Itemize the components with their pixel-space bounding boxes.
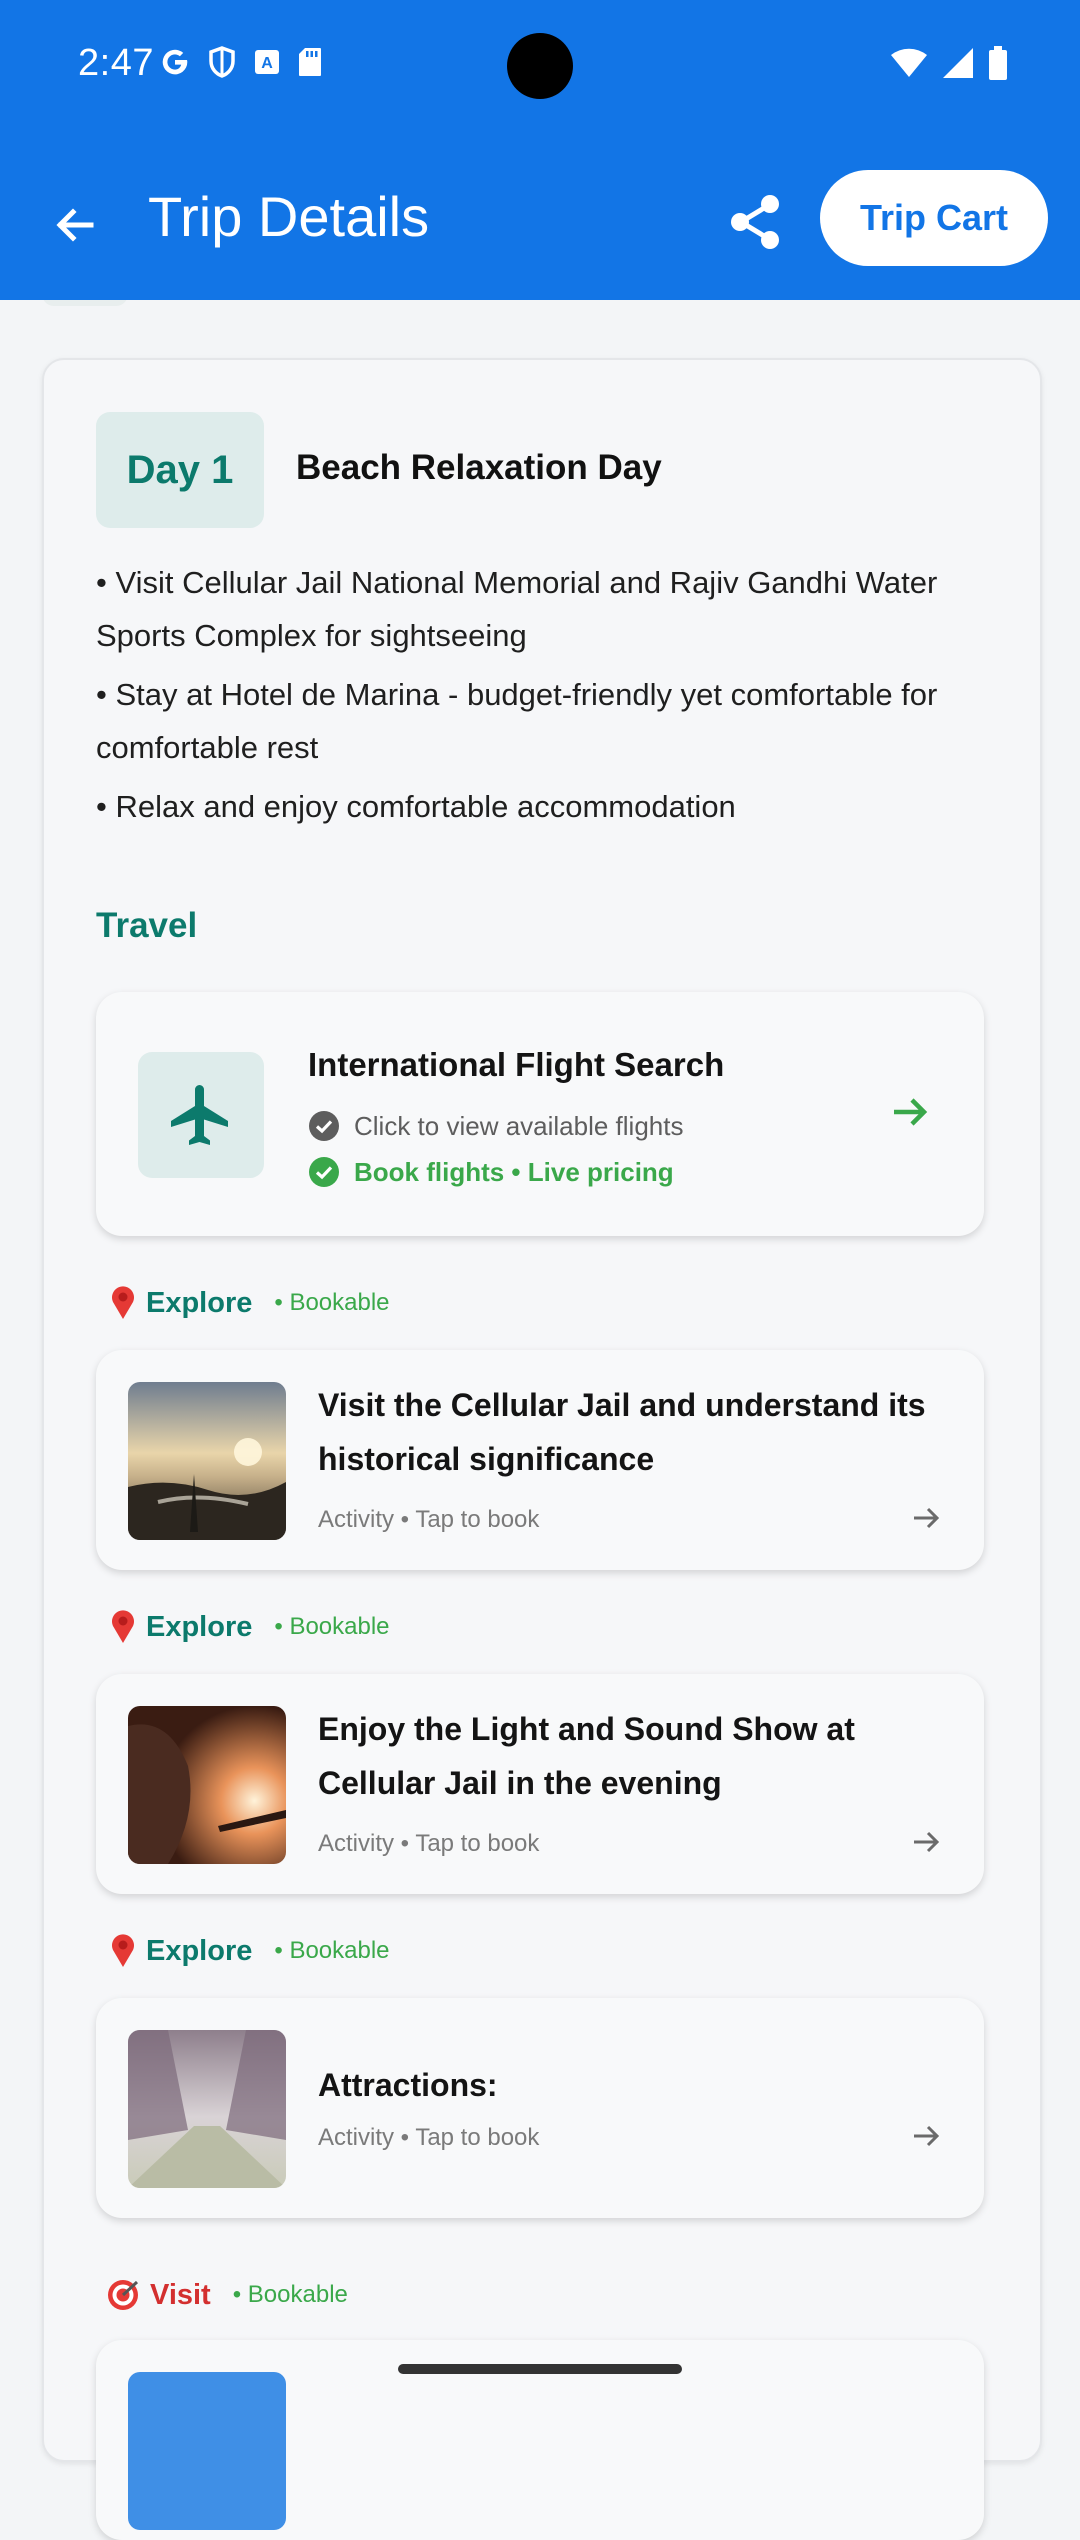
flight-icon-tile: [138, 1052, 264, 1178]
arrow-right-icon: [914, 2125, 940, 2147]
activity-title: Enjoy the Light and Sound Show at Cellul…: [318, 1711, 855, 1801]
activity-thumbnail: [128, 1706, 286, 1864]
highlight-item: • Stay at Hotel de Marina - budget-frien…: [96, 677, 938, 765]
share-button[interactable]: [720, 186, 792, 258]
flight-title: International Flight Search: [308, 1046, 725, 1083]
section-name: Explore: [146, 1286, 253, 1319]
camera-cutout: [507, 33, 573, 99]
signal-icon: [943, 48, 973, 78]
arrow-right-icon: [894, 1098, 928, 1126]
sd-card-icon: [299, 48, 321, 76]
flight-highlight: Book flights • Live pricing: [354, 1156, 674, 1187]
day-title: Beach Relaxation Day: [296, 448, 662, 487]
google-icon: [162, 49, 188, 75]
flight-open-arrow[interactable]: [888, 1090, 932, 1139]
bookable-tag: • Bookable: [274, 1289, 390, 1316]
activity-subtitle: Activity • Tap to book: [318, 1830, 540, 1857]
activity-subtitle: Activity • Tap to book: [318, 1506, 540, 1533]
flight-highlight-row: Book flights • Live pricing: [308, 1156, 674, 1188]
section-header-visit: Visit • Bookable: [106, 2278, 348, 2312]
target-icon: [108, 2280, 139, 2310]
svg-text:A: A: [261, 55, 273, 72]
section-name: Explore: [146, 1610, 253, 1643]
status-system-icons: [890, 46, 1008, 80]
check-circle-icon: [309, 1157, 339, 1187]
app-bar: Trip Details Trip Cart: [0, 160, 1080, 270]
pin-icon: [112, 1286, 134, 1319]
activity-open-arrow[interactable]: [908, 1824, 944, 1865]
activity-thumbnail: [128, 1382, 286, 1540]
day-card: Day 1 Beach Relaxation Day • Visit Cellu…: [42, 358, 1042, 2540]
bookable-tag: • Bookable: [274, 1937, 390, 1964]
flight-subtitle-row: Click to view available flights: [308, 1110, 683, 1142]
activity-thumbnail: [128, 2372, 286, 2530]
wifi-icon: [891, 48, 927, 77]
highlight-item: • Relax and enjoy comfortable accommodat…: [96, 789, 736, 824]
activity-title: Attractions:: [318, 2067, 498, 2103]
activity-open-arrow[interactable]: [908, 1500, 944, 1541]
day-badge: Day 1: [96, 412, 264, 528]
pin-icon: [112, 1934, 134, 1967]
activity-title: Visit the Cellular Jail and understand i…: [318, 1387, 926, 1477]
highlight-item: • Visit Cellular Jail National Memorial …: [96, 565, 938, 653]
font-icon: A: [255, 50, 279, 74]
bookable-tag: • Bookable: [232, 2281, 348, 2308]
flight-subtitle: Click to view available flights: [354, 1110, 684, 1141]
section-name: Explore: [146, 1934, 253, 1967]
activity-card[interactable]: Enjoy the Light and Sound Show at Cellul…: [96, 1674, 984, 1894]
activity-card[interactable]: Attractions: Activity • Tap to book: [96, 1998, 984, 2218]
travel-heading: Travel: [96, 906, 198, 945]
status-bar: 2:47 A: [0, 0, 1080, 132]
activity-open-arrow[interactable]: [908, 2118, 944, 2159]
flight-search-card[interactable]: International Flight Search Click to vie…: [96, 992, 984, 1236]
back-arrow-icon: [56, 208, 94, 242]
arrow-right-icon: [914, 1507, 940, 1529]
page-title: Trip Details: [148, 185, 430, 248]
activity-subtitle: Activity • Tap to book: [318, 2124, 540, 2151]
bookable-tag: • Bookable: [274, 1613, 390, 1640]
trip-cart-button[interactable]: Trip Cart: [820, 170, 1048, 266]
battery-icon: [989, 46, 1007, 80]
back-button[interactable]: [40, 190, 110, 260]
forest-road-photo: [128, 2030, 286, 2188]
shield-icon: [209, 46, 235, 78]
check-circle-icon: [309, 1111, 339, 1141]
landscape-photo: [128, 1382, 286, 1540]
gesture-home-bar[interactable]: [398, 2364, 682, 2374]
activity-card[interactable]: Visit the Cellular Jail and understand i…: [96, 1350, 984, 1570]
day-highlights: • Visit Cellular Jail National Memorial …: [96, 556, 996, 839]
section-header-explore: Explore • Bookable: [110, 1610, 390, 1644]
section-header-explore: Explore • Bookable: [110, 1934, 390, 1968]
status-notification-icons: A: [160, 46, 322, 78]
status-time: 2:47: [78, 42, 154, 84]
arrow-right-icon: [914, 1831, 940, 1853]
section-header-explore: Explore • Bookable: [110, 1286, 390, 1320]
share-icon: [731, 195, 779, 249]
pin-icon: [112, 1610, 134, 1643]
airplane-icon: [171, 1085, 228, 1145]
top-bar: 2:47 A Trip Details Trip Cart: [0, 0, 1080, 300]
fire-photo: [128, 1706, 286, 1864]
section-name: Visit: [150, 2278, 211, 2311]
activity-thumbnail: [128, 2030, 286, 2188]
